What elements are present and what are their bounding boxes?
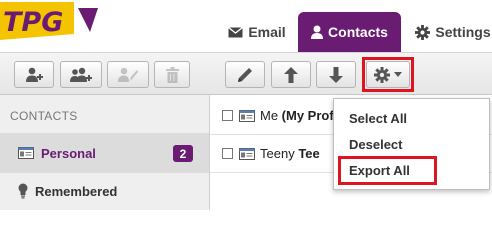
svg-text:TPG: TPG <box>3 7 63 38</box>
contact-name: Teeny Tee <box>260 146 320 161</box>
trash-icon <box>165 66 179 83</box>
sidebar-item-personal[interactable]: Personal 2 <box>0 133 209 173</box>
add-person-icon <box>26 67 43 82</box>
gear-icon <box>415 24 431 40</box>
export-all-highlight <box>338 156 437 185</box>
contact-card-icon <box>239 109 255 122</box>
add-contact-button[interactable] <box>14 61 54 88</box>
row-checkbox[interactable] <box>222 148 233 159</box>
sidebar-item-label: Remembered <box>35 183 118 199</box>
contact-name: Me (My Prof <box>260 108 334 123</box>
menu-item-select-all[interactable]: Select All <box>349 111 407 126</box>
tab-email-label: Email <box>248 24 286 40</box>
menu-item-deselect[interactable]: Deselect <box>349 137 402 152</box>
tab-settings[interactable]: Settings <box>411 12 492 52</box>
lightbulb-icon <box>18 183 28 199</box>
pencil-icon <box>238 67 252 82</box>
tpg-logo[interactable]: TPG <box>0 0 112 42</box>
arrow-up-icon <box>284 66 298 83</box>
add-group-icon <box>70 67 92 82</box>
sidebar-item-remembered[interactable]: Remembered <box>0 171 209 211</box>
sidebar-item-label: Personal <box>41 145 96 161</box>
tab-contacts[interactable]: Contacts <box>298 12 401 52</box>
actions-menu-highlight <box>362 57 414 92</box>
edit-button[interactable] <box>225 61 265 88</box>
sidebar: CONTACTS Personal 2 Remembered <box>0 95 210 210</box>
toolbar <box>0 52 492 95</box>
envelope-icon <box>228 26 244 38</box>
sidebar-heading: CONTACTS <box>10 109 78 123</box>
arrow-down-icon <box>329 66 343 83</box>
delete-button[interactable] <box>154 61 190 88</box>
count-badge: 2 <box>173 145 193 162</box>
move-up-button[interactable] <box>271 61 311 88</box>
header-bar: TPG Email Contacts Settings <box>0 0 492 52</box>
move-down-button[interactable] <box>316 61 356 88</box>
edit-contact-button[interactable] <box>107 61 149 88</box>
contact-card-icon <box>18 147 34 159</box>
tab-contacts-label: Contacts <box>328 24 388 40</box>
add-group-button[interactable] <box>60 61 102 88</box>
contact-card-icon <box>239 147 255 160</box>
row-checkbox[interactable] <box>222 110 233 121</box>
person-icon <box>311 25 324 39</box>
tab-settings-label: Settings <box>435 24 491 40</box>
tab-email[interactable]: Email <box>226 12 288 52</box>
person-pencil-icon <box>118 67 138 82</box>
